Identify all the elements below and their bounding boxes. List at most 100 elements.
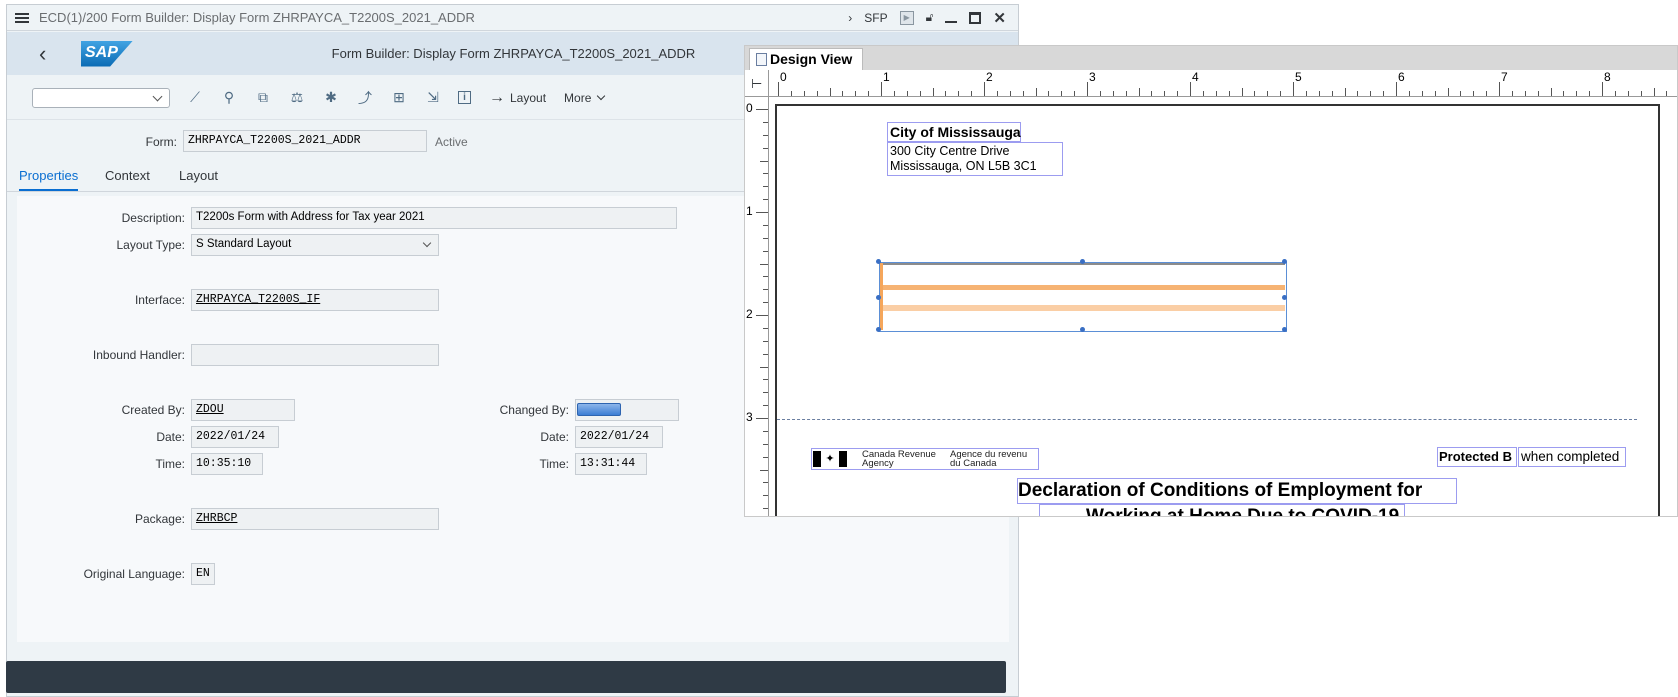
resize-handle[interactable] (1282, 327, 1287, 332)
ruler-tick (1048, 91, 1050, 96)
chevron-down-icon (422, 238, 432, 248)
created-time-field[interactable]: 10:35:10 (191, 453, 263, 475)
play-icon[interactable]: ▶ (899, 10, 914, 25)
changed-by-label: Changed By: (499, 403, 569, 417)
ruler-tick (1241, 88, 1243, 96)
interface-field[interactable]: ZHRPAYCA_T2200S_IF (191, 289, 439, 311)
heading-line-1: Declaration of Conditions of Employment … (1018, 480, 1423, 501)
resize-handle[interactable] (876, 259, 881, 264)
ruler-tick (1524, 91, 1526, 96)
tab-layout[interactable]: Layout (179, 168, 218, 183)
info-icon[interactable]: i (458, 91, 471, 104)
ruler-tick (763, 276, 768, 278)
ruler-tick (763, 430, 768, 432)
ruler-tick (1202, 91, 1204, 96)
ruler-tick (855, 91, 857, 96)
when-completed-box[interactable]: when completed (1518, 447, 1626, 467)
ruler-tick (760, 366, 768, 368)
ruler-tick (763, 173, 768, 175)
created-by-label: Created By: (121, 403, 185, 417)
resize-handle[interactable] (1080, 259, 1085, 264)
package-label: Package: (134, 512, 185, 526)
form-name-field[interactable]: ZHRPAYCA_T2200S_2021_ADDR (183, 130, 427, 152)
ruler-tick (760, 469, 768, 471)
tab-design-view[interactable]: Design View (749, 48, 864, 70)
ruler-tick (1125, 91, 1127, 96)
address-box[interactable]: 300 City Centre Drive Mississauga, ON L5… (887, 142, 1063, 176)
ruler-tick (763, 186, 768, 188)
design-view-tabstrip: Design View (745, 46, 1677, 70)
ruler-tick (1293, 82, 1294, 96)
ruler-tick (1473, 91, 1475, 96)
ruler-tick (1434, 91, 1436, 96)
tcode-label: SFP (864, 10, 888, 25)
check-icon[interactable]: ⟋ (186, 89, 204, 107)
balance-icon[interactable]: ⚖ (288, 89, 306, 107)
resize-handle[interactable] (876, 327, 881, 332)
changed-date-field[interactable]: 2022/01/24 (575, 426, 663, 448)
resize-handle[interactable] (1282, 295, 1287, 300)
ruler-tick (1009, 91, 1011, 96)
tab-properties[interactable]: Properties (19, 168, 79, 191)
unlock-icon[interactable]: 🔓︎ (926, 10, 934, 25)
ruler-tick (971, 91, 973, 96)
resize-handle[interactable] (1282, 259, 1287, 264)
chevron-right-icon[interactable]: › (848, 11, 852, 25)
ruler-origin-icon: ⊢ (751, 76, 763, 91)
ruler-tick (763, 443, 768, 445)
changed-time-field[interactable]: 13:31:44 (575, 453, 647, 475)
package-field[interactable]: ZHRBCP (191, 508, 439, 530)
toolbar-dropdown[interactable] (32, 87, 170, 108)
pin-icon[interactable]: ⤴ (356, 89, 374, 107)
ruler-tick (984, 82, 985, 96)
ruler-tick (1164, 91, 1166, 96)
protected-box[interactable]: Protected B (1437, 447, 1517, 467)
hamburger-menu-icon[interactable] (15, 11, 29, 25)
heading-box-2[interactable]: Working at Home Due to COVID-19 (1039, 504, 1405, 516)
ruler-tick (763, 405, 768, 407)
description-field[interactable]: T2200s Form with Address for Tax year 20… (191, 207, 677, 229)
ruler-tick (1602, 82, 1603, 96)
magic-icon[interactable]: ✱ (322, 89, 340, 107)
minimize-icon[interactable] (945, 13, 958, 23)
created-by-field[interactable]: ZDOU (191, 399, 295, 421)
ruler-tick (1666, 91, 1668, 96)
copy-icon[interactable]: ⧉ (254, 89, 272, 107)
tab-context[interactable]: Context (105, 168, 150, 183)
ruler-tick (1074, 91, 1076, 96)
ruler-tick (842, 91, 844, 96)
ruler-tick (1653, 88, 1655, 96)
created-date-field[interactable]: 2022/01/24 (191, 426, 279, 448)
layout-type-value: S Standard Layout (196, 238, 292, 250)
heading-box[interactable]: Declaration of Conditions of Employment … (1017, 478, 1457, 504)
layout-button[interactable]: → Layout (489, 89, 546, 107)
ruler-top-number: 2 (986, 70, 993, 84)
changed-time-label: Time: (539, 457, 569, 471)
inbound-handler-field[interactable] (191, 344, 439, 366)
resize-handle[interactable] (876, 295, 881, 300)
more-button[interactable]: More (564, 91, 606, 105)
resize-handle[interactable] (1080, 327, 1085, 332)
selected-table[interactable] (876, 259, 1287, 332)
address-line-1: 300 City Centre Drive (890, 144, 1010, 158)
changed-date-label: Date: (540, 430, 569, 444)
ruler-tick (996, 91, 998, 96)
created-date-label: Date: (156, 430, 185, 444)
vertical-ruler: 0 1 2 3 (745, 97, 769, 516)
transport-icon[interactable]: ⇲ (424, 89, 442, 107)
original-language-field[interactable]: EN (191, 563, 215, 585)
layout-type-select[interactable]: S Standard Layout (191, 234, 439, 256)
maximize-icon[interactable] (969, 11, 982, 24)
ruler-tick (790, 91, 792, 96)
ruler-tick (763, 379, 768, 381)
ruler-top-number: 0 (780, 70, 787, 84)
close-icon[interactable]: ✕ (993, 9, 1006, 27)
ruler-tick (1305, 91, 1307, 96)
city-box[interactable]: City of Mississauga (887, 122, 1021, 142)
ruler-top-number: 1 (883, 70, 890, 84)
hierarchy-icon[interactable]: ⊞ (390, 89, 408, 107)
cra-logo-box[interactable]: ✦ Canada Revenue Agency Agence du revenu d… (811, 448, 1039, 470)
ruler-tick (763, 199, 768, 201)
where-used-icon[interactable]: ⚲ (220, 89, 238, 107)
changed-by-field[interactable] (575, 399, 679, 421)
